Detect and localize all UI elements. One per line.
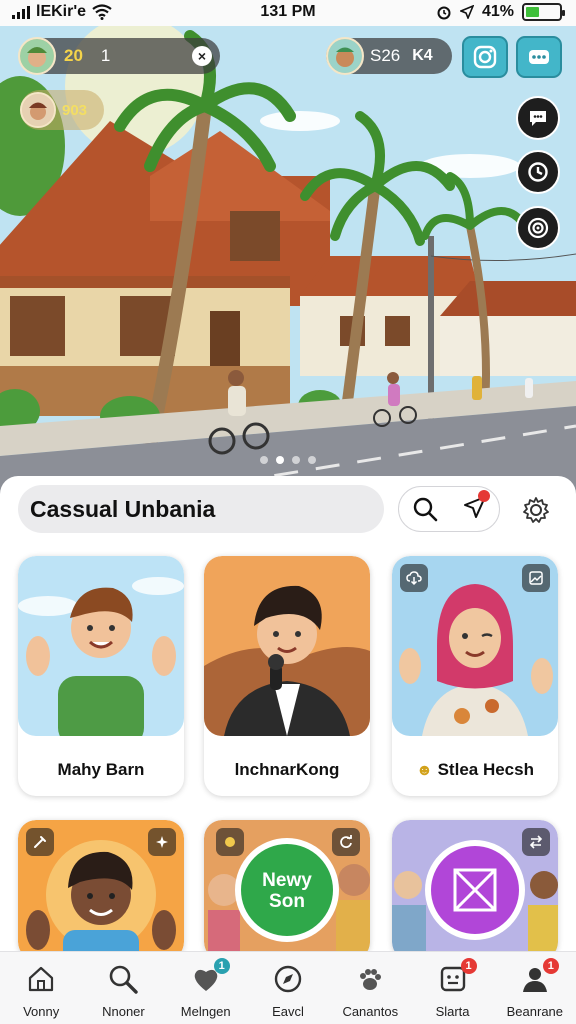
character-card[interactable]: lnchnarKong — [204, 556, 370, 796]
character-name: lnchnarKong — [234, 760, 340, 779]
gear-icon — [523, 497, 549, 523]
score-suffix: K4 — [412, 47, 433, 64]
camera-icon — [473, 45, 497, 69]
carousel-dots — [0, 456, 576, 464]
nav-stats[interactable]: 1 Slarta — [411, 952, 493, 1024]
nav-home[interactable]: Vonny — [0, 952, 82, 1024]
home-icon — [23, 962, 59, 996]
battery-level — [526, 7, 540, 17]
coin-balance-pill[interactable]: 20 1 × — [18, 37, 220, 75]
person-icon: 1 — [517, 958, 559, 996]
level-avatar[interactable] — [20, 92, 56, 128]
nav-pets[interactable]: Canantos — [329, 952, 411, 1024]
send-button[interactable] — [462, 489, 490, 525]
play-button[interactable]: Newy Son — [204, 870, 370, 912]
character-card[interactable] — [18, 820, 184, 951]
nav-label: Vonny — [23, 1004, 60, 1019]
target-icon — [527, 217, 549, 239]
refresh-icon[interactable] — [332, 828, 360, 856]
carousel-dot[interactable] — [308, 456, 316, 464]
score-value: S26 — [370, 46, 401, 65]
nav-label: Beanrane — [506, 1004, 564, 1019]
more-options-button[interactable] — [516, 36, 562, 78]
character-portrait — [18, 556, 184, 736]
alarm-icon — [437, 6, 451, 20]
nav-label: Nnoner — [102, 1004, 145, 1019]
face-icon: 1 — [435, 958, 477, 996]
hero-banner[interactable]: 20 1 × S26 K4 903 — [0, 26, 576, 496]
more-dots-icon — [529, 50, 549, 64]
carousel-dot[interactable] — [260, 456, 268, 464]
character-card[interactable]: Newy Son — [204, 820, 370, 951]
play-button-line-2: Son — [269, 891, 305, 912]
settings-button[interactable] — [516, 206, 560, 250]
coin-secondary-count: 1 — [100, 46, 111, 65]
paw-icon — [352, 962, 388, 996]
camera-button[interactable] — [462, 36, 508, 78]
notification-dot — [477, 489, 490, 502]
heart-icon: 1 — [188, 958, 230, 996]
nav-label: Eavcl — [272, 1004, 304, 1019]
badge-icon[interactable] — [216, 828, 244, 856]
content-sheet: Cassual Unbania Mahy Barn lnchnarKong ☻ … — [0, 476, 576, 951]
level-pill[interactable]: 903 — [20, 90, 104, 130]
character-card[interactable]: Mahy Barn — [18, 556, 184, 796]
clock-icon — [528, 162, 548, 182]
battery-percent: 41% — [481, 3, 514, 20]
coin-count: 20 — [64, 46, 83, 65]
nav-explore[interactable]: Eavcl — [247, 952, 329, 1024]
location-arrow-icon — [459, 5, 474, 19]
search-icon — [105, 962, 141, 996]
search-bar-title: Cassual Unbania — [30, 495, 216, 522]
sparkle-icon[interactable] — [148, 828, 176, 856]
play-button-line-1: Newy — [262, 870, 312, 891]
character-name-text: Stlea Hecsh — [437, 760, 534, 779]
carousel-dot-active[interactable] — [276, 456, 284, 464]
character-name: Mahy Barn — [57, 760, 145, 779]
category-search-bar[interactable]: Cassual Unbania — [18, 485, 384, 533]
nav-label: Canantos — [342, 1004, 399, 1019]
bottom-navigation: Vonny Nnoner 1 Melngen Eavcl Canantos 1 … — [0, 951, 576, 1024]
search-icon[interactable] — [411, 495, 439, 523]
compass-icon — [270, 962, 306, 996]
nav-label: Slarta — [435, 1004, 470, 1019]
character-portrait — [204, 556, 370, 736]
score-pill[interactable]: S26 K4 — [326, 37, 452, 75]
level-value: 903 — [62, 101, 88, 119]
battery-icon — [522, 3, 565, 21]
character-name: ☻ Stlea Hecsh — [392, 760, 558, 780]
character-card[interactable] — [392, 820, 558, 951]
filter-settings-button[interactable] — [516, 490, 556, 530]
cloud-download-icon[interactable] — [400, 564, 428, 592]
notification-badge: 1 — [213, 958, 230, 974]
nav-search[interactable]: Nnoner — [82, 952, 164, 1024]
gallery-icon[interactable] — [522, 564, 550, 592]
status-bar: lEKir'e 131 PM 41% — [0, 0, 576, 26]
clock-button[interactable] — [516, 150, 560, 194]
friend-avatar[interactable] — [326, 37, 364, 75]
player-avatar[interactable] — [18, 37, 56, 75]
nav-label: Melngen — [180, 1004, 231, 1019]
chat-button[interactable] — [516, 96, 560, 140]
character-card[interactable]: ☻ Stlea Hecsh — [392, 556, 558, 796]
nav-profile[interactable]: 1 Beanrane — [494, 952, 576, 1024]
tools-icon[interactable] — [26, 828, 54, 856]
close-icon[interactable]: × — [192, 46, 212, 66]
notification-badge: 1 — [460, 958, 477, 974]
chat-bubble-icon — [530, 111, 546, 126]
carousel-dot[interactable] — [292, 456, 300, 464]
gold-badge-icon: ☻ — [416, 762, 433, 779]
notification-badge: 1 — [542, 958, 559, 974]
nav-favorites[interactable]: 1 Melngen — [165, 952, 247, 1024]
search-tools-pill — [398, 486, 500, 532]
status-right: 41% — [436, 3, 565, 21]
swap-icon[interactable] — [522, 828, 550, 856]
